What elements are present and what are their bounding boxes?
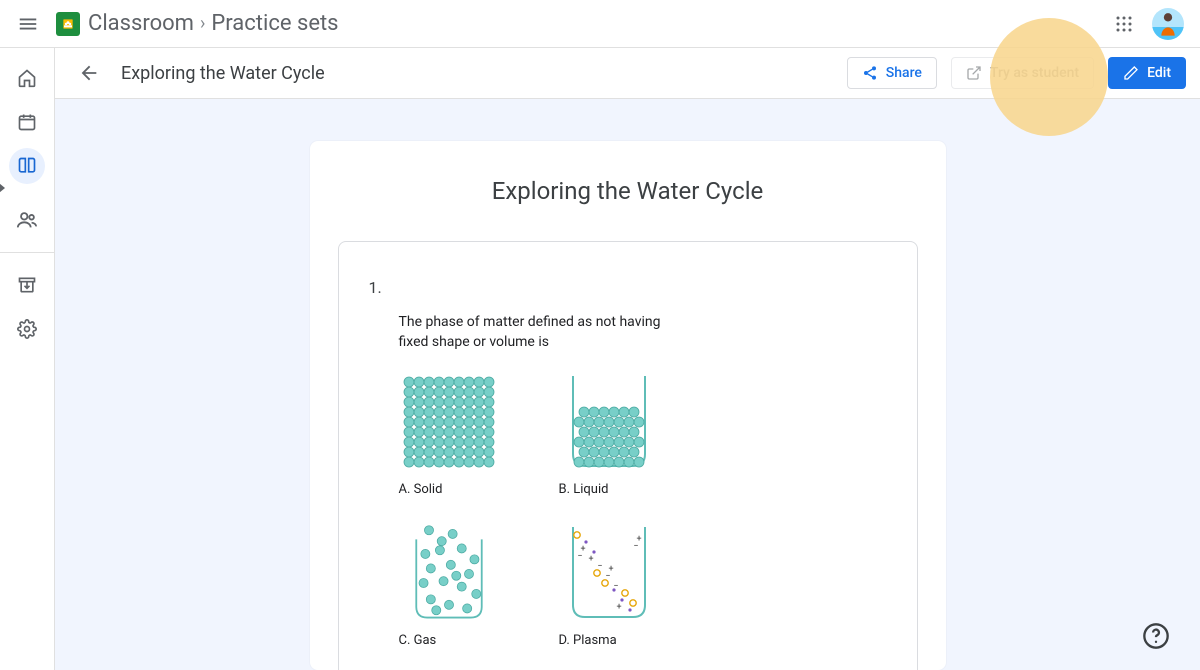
nav-settings[interactable] xyxy=(9,311,45,347)
nav-people[interactable] xyxy=(9,202,45,238)
edit-button-label: Edit xyxy=(1147,65,1171,81)
svg-text:+: + xyxy=(616,603,621,613)
try-as-student-label: Try as student xyxy=(990,65,1079,81)
breadcrumb-current[interactable]: Practice sets xyxy=(211,11,338,36)
book-open-icon xyxy=(17,156,37,176)
option-c[interactable]: C. Gas xyxy=(399,523,559,648)
gas-diagram-icon xyxy=(399,523,499,623)
svg-text:+: + xyxy=(588,555,593,565)
option-c-label: C. Gas xyxy=(399,633,559,648)
archive-icon xyxy=(17,275,37,295)
nav-archive[interactable] xyxy=(9,267,45,303)
option-a-label: A. Solid xyxy=(399,482,559,497)
breadcrumb-root[interactable]: Classroom xyxy=(88,11,194,36)
option-d[interactable]: +−+−+−+−+− D. Plasma xyxy=(559,523,719,648)
nav-home[interactable] xyxy=(9,60,45,96)
classroom-logo-icon xyxy=(56,12,80,36)
caret-right-icon xyxy=(0,183,7,193)
side-nav xyxy=(0,48,55,670)
option-d-label: D. Plasma xyxy=(559,633,719,648)
solid-diagram-icon xyxy=(399,372,499,472)
content-canvas: Exploring the Water Cycle 1. The phase o… xyxy=(55,99,1200,670)
apps-grid-icon xyxy=(1115,15,1133,33)
liquid-diagram-icon xyxy=(559,372,659,472)
share-icon xyxy=(862,65,878,81)
expand-rail-handle[interactable] xyxy=(0,178,7,197)
edit-button[interactable]: Edit xyxy=(1108,57,1186,89)
hamburger-icon xyxy=(17,13,39,35)
home-icon xyxy=(17,68,37,88)
help-icon xyxy=(1142,622,1170,650)
share-button-label: Share xyxy=(886,65,922,81)
account-avatar[interactable] xyxy=(1152,8,1184,40)
try-as-student-button[interactable]: Try as student xyxy=(951,57,1094,89)
help-button[interactable] xyxy=(1142,622,1170,650)
avatar-icon xyxy=(1158,10,1178,38)
plasma-diagram-icon: +−+−+−+−+− xyxy=(559,523,659,623)
share-button[interactable]: Share xyxy=(847,57,937,89)
practice-set-sheet: Exploring the Water Cycle 1. The phase o… xyxy=(310,141,946,670)
nav-calendar[interactable] xyxy=(9,104,45,140)
svg-text:−: − xyxy=(633,542,638,552)
question-number: 1. xyxy=(369,278,887,297)
calendar-icon xyxy=(17,112,37,132)
open-in-new-icon xyxy=(966,65,982,81)
option-b[interactable]: B. Liquid xyxy=(559,372,719,497)
breadcrumb: Classroom › Practice sets xyxy=(88,11,339,36)
google-apps-button[interactable] xyxy=(1104,4,1144,44)
question-text: The phase of matter defined as not havin… xyxy=(399,313,679,352)
option-b-label: B. Liquid xyxy=(559,482,719,497)
page-title: Exploring the Water Cycle xyxy=(121,63,325,84)
nav-practice-sets[interactable] xyxy=(9,148,45,184)
gear-icon xyxy=(17,319,37,339)
svg-text:−: − xyxy=(577,552,582,562)
sheet-heading: Exploring the Water Cycle xyxy=(338,177,918,205)
people-icon xyxy=(16,209,38,231)
edit-icon xyxy=(1123,65,1139,81)
option-a[interactable]: A. Solid xyxy=(399,372,559,497)
question-card: 1. The phase of matter defined as not ha… xyxy=(338,241,918,670)
chevron-right-icon: › xyxy=(200,13,205,34)
main-menu-button[interactable] xyxy=(8,4,48,44)
arrow-left-icon xyxy=(78,62,100,84)
back-button[interactable] xyxy=(71,55,107,91)
nav-divider xyxy=(0,252,54,253)
